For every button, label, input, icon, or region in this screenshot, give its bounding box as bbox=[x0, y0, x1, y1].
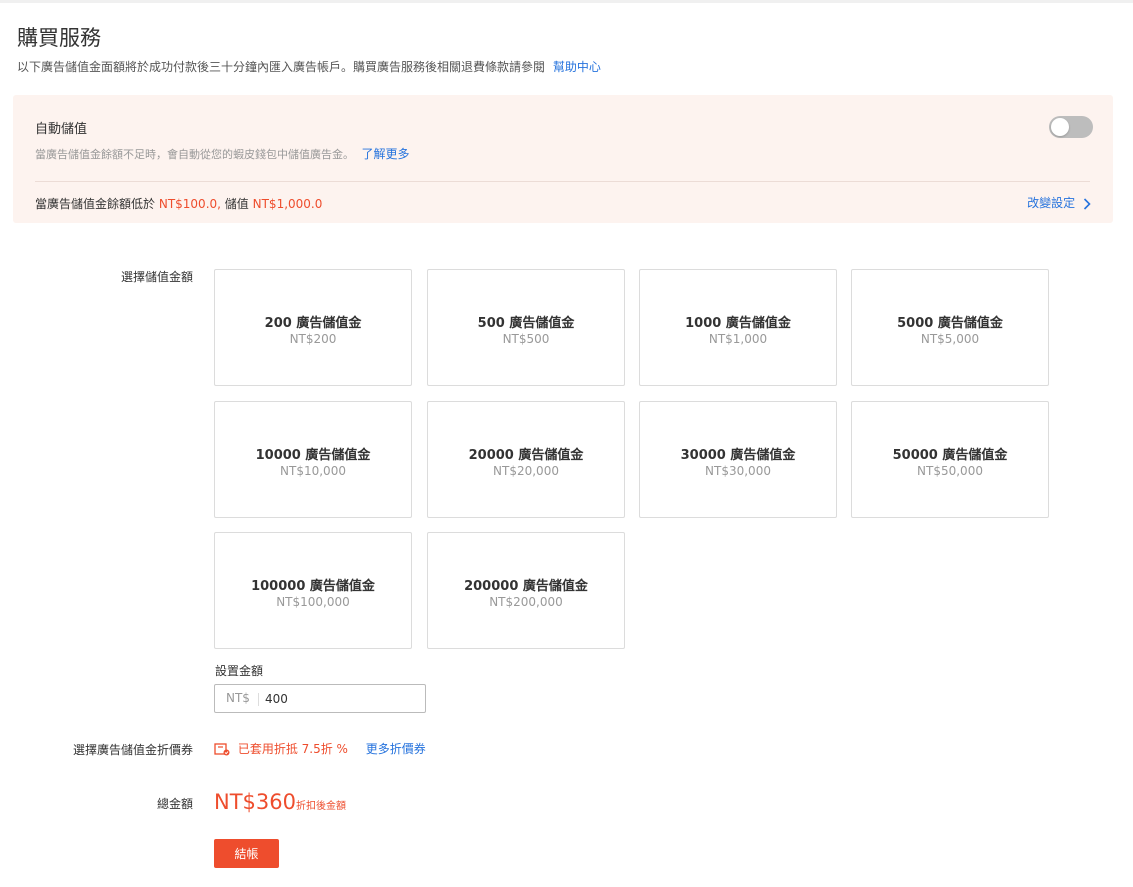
auto-topup-desc-text: 當廣告儲值金餘額不足時，會自動從您的蝦皮錢包中儲值廣告金。 bbox=[35, 148, 354, 161]
amount-option-name: 30000 廣告儲值金 bbox=[680, 448, 796, 463]
amount-option-card[interactable]: 50000 廣告儲值金 NT$50,000 bbox=[851, 401, 1049, 518]
amount-option-price: NT$100,000 bbox=[276, 595, 350, 609]
amount-option-card[interactable]: 100000 廣告儲值金 NT$100,000 bbox=[214, 532, 412, 649]
voucher-applied-text: 已套用折抵 7.5折 % bbox=[237, 742, 348, 756]
amount-option-name: 20000 廣告儲值金 bbox=[468, 448, 584, 463]
custom-amount-label: 設置金額 bbox=[215, 664, 264, 678]
purchase-service-page: 購買服務 以下廣告儲值金面額將於成功付款後三十分鐘內匯入廣告帳戶。購買廣告服務後… bbox=[0, 0, 1133, 887]
amount-option-card[interactable]: 1000 廣告儲值金 NT$1,000 bbox=[639, 269, 837, 386]
subtitle-text: 以下廣告儲值金面額將於成功付款後三十分鐘內匯入廣告帳戶。購買廣告服務後相關退費條… bbox=[17, 60, 546, 74]
amount-option-price: NT$30,000 bbox=[705, 464, 771, 478]
amount-option-card[interactable]: 5000 廣告儲值金 NT$5,000 bbox=[851, 269, 1049, 386]
amount-option-name: 200000 廣告儲值金 bbox=[464, 579, 588, 594]
amount-option-name: 500 廣告儲值金 bbox=[477, 316, 575, 331]
amount-option-card[interactable]: 500 廣告儲值金 NT$500 bbox=[427, 269, 625, 386]
page-subtitle: 以下廣告儲值金面額將於成功付款後三十分鐘內匯入廣告帳戶。購買廣告服務後相關退費條… bbox=[17, 58, 601, 75]
total-note: 折扣後金額 bbox=[296, 801, 346, 812]
custom-amount-field: NT$ bbox=[214, 684, 426, 713]
amount-option-card[interactable]: 200 廣告儲值金 NT$200 bbox=[214, 269, 412, 386]
prefix-separator bbox=[258, 693, 259, 706]
amount-option-price: NT$500 bbox=[502, 332, 550, 346]
rule-prefix: 當廣告儲值金餘額低於 bbox=[35, 197, 156, 211]
rule-topup-amount: NT$1,000.0 bbox=[252, 197, 323, 211]
amount-option-name: 1000 廣告儲值金 bbox=[685, 316, 791, 331]
amount-option-price: NT$1,000 bbox=[708, 332, 768, 346]
amount-option-price: NT$50,000 bbox=[917, 464, 983, 478]
top-divider bbox=[0, 0, 1133, 3]
auto-topup-toggle[interactable] bbox=[1049, 116, 1093, 138]
toggle-knob bbox=[1051, 118, 1069, 136]
help-center-link[interactable]: 幫助中心 bbox=[553, 60, 601, 74]
page-title: 購買服務 bbox=[17, 26, 101, 50]
voucher-label: 選擇廣告儲值金折價券 bbox=[72, 743, 193, 757]
total-amount: NT$360 bbox=[214, 790, 296, 814]
amount-option-name: 50000 廣告儲值金 bbox=[892, 448, 1008, 463]
amount-option-price: NT$200 bbox=[289, 332, 337, 346]
change-setting-link[interactable]: 改變設定 bbox=[1027, 194, 1091, 211]
rule-mid: 儲值 bbox=[224, 197, 249, 211]
auto-topup-rule: 當廣告儲值金餘額低於 NT$100.0, 儲值 NT$1,000.0 bbox=[35, 195, 322, 212]
change-setting-label: 改變設定 bbox=[1027, 196, 1076, 210]
amount-option-card[interactable]: 10000 廣告儲值金 NT$10,000 bbox=[214, 401, 412, 518]
more-vouchers-link[interactable]: 更多折價券 bbox=[366, 742, 426, 756]
total-label: 總金額 bbox=[156, 797, 193, 811]
amount-option-price: NT$10,000 bbox=[280, 464, 346, 478]
rule-threshold: NT$100.0, bbox=[158, 197, 221, 211]
amount-option-price: NT$20,000 bbox=[493, 464, 559, 478]
currency-prefix: NT$ bbox=[226, 691, 250, 705]
amount-option-card[interactable]: 20000 廣告儲值金 NT$20,000 bbox=[427, 401, 625, 518]
amount-option-name: 10000 廣告儲值金 bbox=[255, 448, 371, 463]
amount-option-price: NT$200,000 bbox=[489, 595, 563, 609]
chevron-right-icon bbox=[1083, 197, 1091, 210]
auto-topup-panel: 自動儲值 當廣告儲值金餘額不足時，會自動從您的蝦皮錢包中儲值廣告金。 了解更多 … bbox=[13, 95, 1113, 223]
auto-topup-divider bbox=[35, 181, 1090, 182]
auto-topup-title: 自動儲值 bbox=[35, 122, 88, 137]
custom-amount-input[interactable] bbox=[265, 688, 415, 710]
voucher-row: 已套用折抵 7.5折 % 更多折價券 bbox=[214, 740, 426, 757]
checkout-button[interactable]: 結帳 bbox=[214, 839, 279, 868]
amount-option-name: 5000 廣告儲值金 bbox=[897, 316, 1003, 331]
amount-option-name: 100000 廣告儲值金 bbox=[251, 579, 375, 594]
amount-option-price: NT$5,000 bbox=[920, 332, 980, 346]
learn-more-link[interactable]: 了解更多 bbox=[362, 147, 410, 161]
select-amount-label: 選擇儲值金額 bbox=[120, 270, 193, 284]
amount-option-card[interactable]: 30000 廣告儲值金 NT$30,000 bbox=[639, 401, 837, 518]
amount-option-name: 200 廣告儲值金 bbox=[264, 316, 362, 331]
amount-option-card[interactable]: 200000 廣告儲值金 NT$200,000 bbox=[427, 532, 625, 649]
auto-topup-description: 當廣告儲值金餘額不足時，會自動從您的蝦皮錢包中儲值廣告金。 了解更多 bbox=[35, 145, 410, 162]
voucher-icon bbox=[214, 742, 230, 755]
